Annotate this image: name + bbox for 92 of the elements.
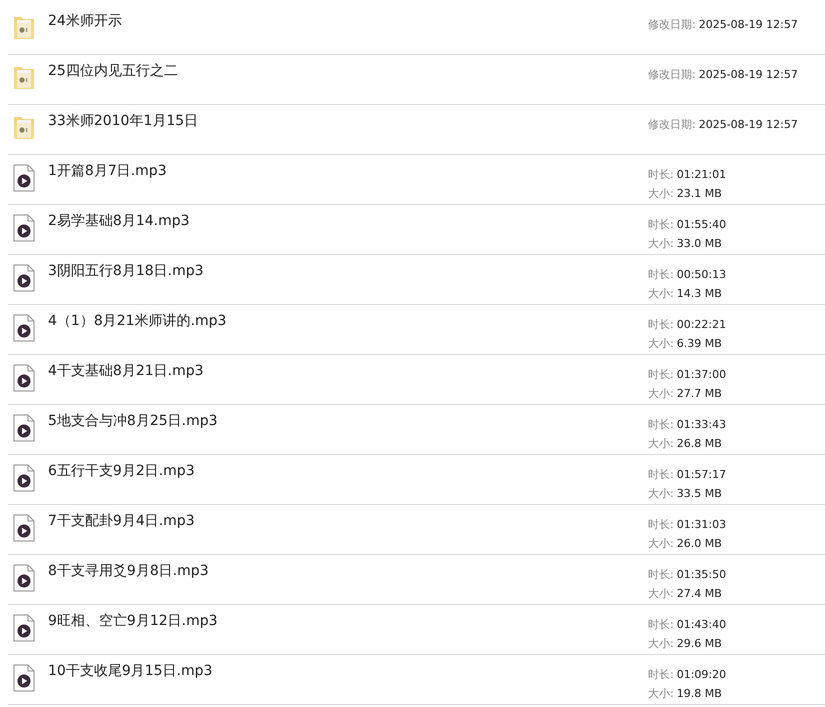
meta-label: 大小: <box>648 387 674 400</box>
meta-label: 时长: <box>648 418 674 431</box>
meta-label: 时长: <box>648 568 674 581</box>
file-row[interactable]: 2易学基础8月14.mp3 时长: 01:55:40 大小: 33.0 MB <box>8 205 825 255</box>
file-row[interactable]: 25四位内见五行之二 修改日期: 2025-08-19 12:57 <box>8 55 825 105</box>
audio-file-icon <box>13 614 35 642</box>
meta-value: 14.3 MB <box>676 287 722 300</box>
meta-value: 26.8 MB <box>676 437 722 450</box>
meta-label: 时长: <box>648 218 674 231</box>
meta-value: 6.39 MB <box>676 337 722 350</box>
meta-label: 修改日期: <box>648 118 696 131</box>
meta-label: 时长: <box>648 368 674 381</box>
file-row[interactable]: 10干支收尾9月15日.mp3 时长: 01:09:20 大小: 19.8 MB <box>8 655 825 705</box>
audio-file-icon <box>13 164 35 192</box>
file-name: 5地支合与冲8月25日.mp3 <box>48 412 219 430</box>
meta-label: 大小: <box>648 287 674 300</box>
meta-value: 2025-08-19 12:57 <box>698 18 798 31</box>
meta-value: 33.0 MB <box>676 237 722 250</box>
file-row[interactable]: 33米师2010年1月15日 修改日期: 2025-08-19 12:57 <box>8 105 825 155</box>
meta-value: 19.8 MB <box>676 687 722 700</box>
audio-file-icon <box>13 364 35 392</box>
meta-value: 01:57:17 <box>676 468 726 481</box>
meta-value: 29.6 MB <box>676 637 722 650</box>
meta-label: 大小: <box>648 337 674 350</box>
meta-label: 时长: <box>648 468 674 481</box>
file-name: 4（1）8月21米师讲的.mp3 <box>48 312 228 330</box>
file-name: 7干支配卦9月4日.mp3 <box>48 512 196 530</box>
file-name: 33米师2010年1月15日 <box>48 112 200 130</box>
file-name: 6五行干支9月2日.mp3 <box>48 462 196 480</box>
file-row[interactable]: 1开篇8月7日.mp3 时长: 01:21:01 大小: 23.1 MB <box>8 155 825 205</box>
meta-label: 修改日期: <box>648 68 696 81</box>
audio-file-icon <box>13 464 35 492</box>
file-row[interactable]: 6五行干支9月2日.mp3 时长: 01:57:17 大小: 33.5 MB <box>8 455 825 505</box>
meta-label: 大小: <box>648 237 674 250</box>
audio-file-icon <box>13 564 35 592</box>
meta-value: 01:35:50 <box>676 568 726 581</box>
meta-value: 00:50:13 <box>676 268 726 281</box>
meta-value: 01:55:40 <box>676 218 726 231</box>
meta-label: 大小: <box>648 687 674 700</box>
meta-label: 大小: <box>648 587 674 600</box>
meta-label: 大小: <box>648 187 674 200</box>
audio-file-icon <box>13 264 35 292</box>
meta-value: 27.7 MB <box>676 387 722 400</box>
meta-label: 大小: <box>648 487 674 500</box>
meta-value: 01:43:40 <box>676 618 726 631</box>
audio-file-icon <box>13 314 35 342</box>
audio-file-icon <box>13 514 35 542</box>
file-row[interactable]: 3阴阳五行8月18日.mp3 时长: 00:50:13 大小: 14.3 MB <box>8 255 825 305</box>
file-row[interactable]: 4干支基础8月21日.mp3 时长: 01:37:00 大小: 27.7 MB <box>8 355 825 405</box>
meta-value: 33.5 MB <box>676 487 722 500</box>
meta-label: 大小: <box>648 537 674 550</box>
meta-value: 23.1 MB <box>676 187 722 200</box>
folder-icon <box>13 14 35 40</box>
file-name: 4干支基础8月21日.mp3 <box>48 362 205 380</box>
audio-file-icon <box>13 214 35 242</box>
file-row[interactable]: 7干支配卦9月4日.mp3 时长: 01:31:03 大小: 26.0 MB <box>8 505 825 555</box>
file-name: 25四位内见五行之二 <box>48 62 179 80</box>
folder-icon <box>13 114 35 140</box>
file-name: 8干支寻用爻9月8日.mp3 <box>48 562 210 580</box>
file-row[interactable]: 5地支合与冲8月25日.mp3 时长: 01:33:43 大小: 26.8 MB <box>8 405 825 455</box>
meta-value: 27.4 MB <box>676 587 722 600</box>
meta-value: 2025-08-19 12:57 <box>698 118 798 131</box>
folder-icon <box>13 64 35 90</box>
meta-value: 01:31:03 <box>676 518 726 531</box>
file-name: 9旺相、空亡9月12日.mp3 <box>48 612 219 630</box>
file-row[interactable]: 8干支寻用爻9月8日.mp3 时长: 01:35:50 大小: 27.4 MB <box>8 555 825 605</box>
file-name: 3阴阳五行8月18日.mp3 <box>48 262 205 280</box>
meta-label: 时长: <box>648 318 674 331</box>
meta-value: 00:22:21 <box>676 318 726 331</box>
meta-value: 01:37:00 <box>676 368 726 381</box>
meta-label: 修改日期: <box>648 18 696 31</box>
audio-file-icon <box>13 414 35 442</box>
meta-label: 时长: <box>648 668 674 681</box>
meta-label: 时长: <box>648 168 674 181</box>
meta-value: 26.0 MB <box>676 537 722 550</box>
meta-label: 大小: <box>648 637 674 650</box>
file-row[interactable]: 9旺相、空亡9月12日.mp3 时长: 01:43:40 大小: 29.6 MB <box>8 605 825 655</box>
meta-value: 01:21:01 <box>676 168 726 181</box>
audio-file-icon <box>13 664 35 692</box>
meta-label: 时长: <box>648 518 674 531</box>
file-row[interactable]: 24米师开示 修改日期: 2025-08-19 12:57 <box>8 5 825 55</box>
file-row[interactable]: 4（1）8月21米师讲的.mp3 时长: 00:22:21 大小: 6.39 MB <box>8 305 825 355</box>
meta-label: 时长: <box>648 268 674 281</box>
meta-value: 01:09:20 <box>676 668 726 681</box>
file-name: 24米师开示 <box>48 12 123 30</box>
meta-label: 大小: <box>648 437 674 450</box>
meta-value: 01:33:43 <box>676 418 726 431</box>
meta-label: 时长: <box>648 618 674 631</box>
file-name: 1开篇8月7日.mp3 <box>48 162 168 180</box>
file-name: 2易学基础8月14.mp3 <box>48 212 191 230</box>
file-name: 10干支收尾9月15日.mp3 <box>48 662 214 680</box>
meta-value: 2025-08-19 12:57 <box>698 68 798 81</box>
